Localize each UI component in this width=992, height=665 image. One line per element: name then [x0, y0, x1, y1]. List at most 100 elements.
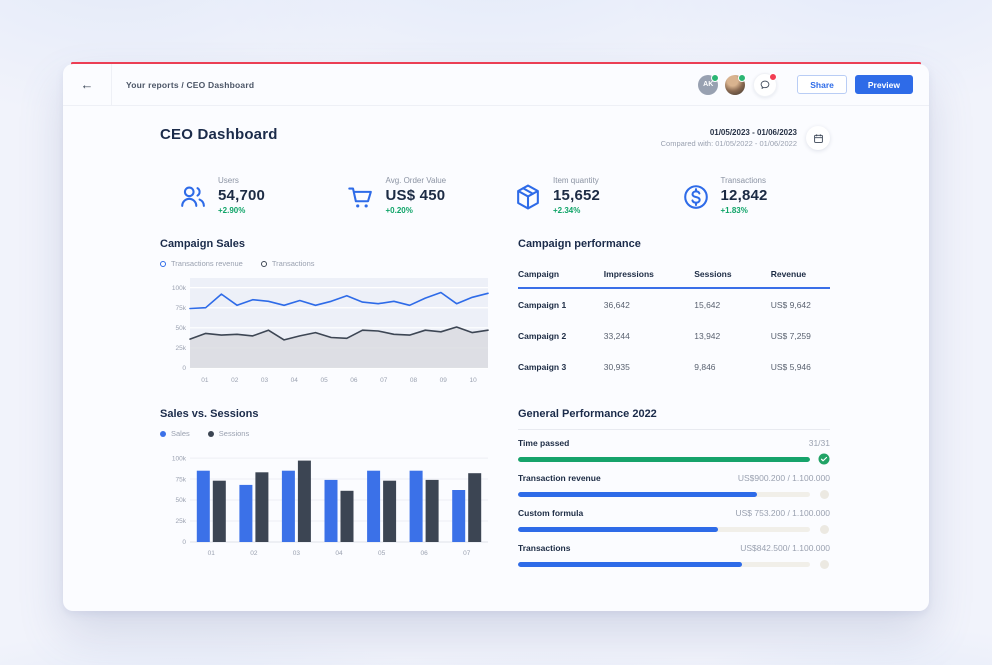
svg-text:02: 02: [250, 550, 258, 557]
dot-icon: [818, 523, 830, 535]
table-row: Campaign 330,9359,846US$ 5,946: [518, 351, 830, 382]
legend-item[interactable]: Transactions revenue: [160, 259, 243, 268]
comments-button[interactable]: [753, 73, 777, 97]
svg-text:05: 05: [378, 550, 386, 557]
kpi-label: Transactions: [721, 176, 768, 185]
date-range-control: 01/05/2023 - 01/06/2023 Compared with: 0…: [661, 126, 830, 150]
progress-label: Custom formula: [518, 508, 583, 518]
kpi-delta: +0.20%: [386, 206, 447, 215]
legend-label: Sales: [171, 429, 190, 438]
kpi-card: Transactions12,842+1.83%: [663, 176, 831, 215]
page-title: CEO Dashboard: [160, 126, 278, 143]
legend-marker-icon: [208, 431, 214, 437]
preview-button[interactable]: Preview: [855, 75, 913, 94]
breadcrumb[interactable]: Your reports / CEO Dashboard: [126, 80, 254, 90]
column-header: Campaign: [518, 260, 604, 288]
table-cell: US$ 7,259: [771, 320, 830, 351]
kpi-delta: +1.83%: [721, 206, 768, 215]
share-button[interactable]: Share: [797, 75, 847, 94]
kpi-label: Item quantity: [553, 176, 600, 185]
legend-item[interactable]: Sales: [160, 429, 190, 438]
progress-list: Time passed31/31Transaction revenueUS$90…: [518, 438, 830, 570]
section-title: Sales vs. Sessions: [160, 408, 490, 420]
kpi-label: Avg. Order Value: [386, 176, 447, 185]
progress-fill: [518, 492, 757, 497]
bar-chart-svg: 025k50k75k100k01020304050607: [160, 442, 490, 560]
campaign-name-cell: Campaign 3: [518, 351, 604, 382]
progress-value: US$842.500/ 1.100.000: [740, 543, 830, 553]
svg-text:08: 08: [410, 377, 418, 384]
cart-icon: [346, 182, 376, 212]
section-divider: [518, 429, 830, 430]
table-cell: 33,244: [604, 320, 694, 351]
progress-value: US$ 753.200 / 1.100.000: [735, 508, 830, 518]
kpi-card: Item quantity15,652+2.34%: [495, 176, 663, 215]
online-status-dot: [711, 74, 719, 82]
chat-bubble-icon: [759, 79, 771, 91]
legend-item[interactable]: Sessions: [208, 429, 249, 438]
progress-row: Custom formula US$ 753.200 / 1.100.000: [518, 508, 830, 535]
check-circle-icon: [818, 453, 830, 465]
svg-text:75k: 75k: [176, 476, 187, 483]
progress-label: Time passed: [518, 438, 569, 448]
section-title: Campaign Sales: [160, 238, 490, 250]
svg-text:02: 02: [231, 377, 239, 384]
table-cell: 13,942: [694, 320, 770, 351]
svg-text:75k: 75k: [176, 305, 187, 312]
report-content: CEO Dashboard 01/05/2023 - 01/06/2023 Co…: [63, 126, 929, 570]
legend-label: Transactions revenue: [171, 259, 243, 268]
header-actions: AK Share Preview: [691, 73, 929, 97]
campaign-sales-legend: Transactions revenue Transactions: [160, 259, 490, 268]
campaign-performance-table: CampaignImpressionsSessionsRevenue Campa…: [518, 260, 830, 382]
svg-text:0: 0: [182, 365, 186, 372]
svg-text:04: 04: [335, 550, 343, 557]
avatar-initials-text: AK: [703, 81, 713, 88]
section-campaign-sales: Campaign Sales Transactions revenueTrans…: [160, 238, 490, 386]
svg-text:50k: 50k: [176, 497, 187, 504]
svg-text:10: 10: [469, 377, 477, 384]
column-header: Impressions: [604, 260, 694, 288]
column-header: Revenue: [771, 260, 830, 288]
users-icon: [178, 182, 208, 212]
progress-fill: [518, 562, 742, 567]
app-window: ← Your reports / CEO Dashboard AK Share …: [63, 64, 929, 611]
progress-row: Transaction revenueUS$900.200 / 1.100.00…: [518, 473, 830, 500]
date-range[interactable]: 01/05/2023 - 01/06/2023: [661, 128, 797, 137]
column-header: Sessions: [694, 260, 770, 288]
window-header: ← Your reports / CEO Dashboard AK Share …: [63, 64, 929, 106]
compare-range: Compared with: 01/05/2022 - 01/06/2022: [661, 139, 797, 148]
progress-label: Transactions: [518, 543, 570, 553]
back-button[interactable]: ←: [63, 64, 112, 105]
calendar-button[interactable]: [806, 126, 830, 150]
online-status-dot: [738, 74, 746, 82]
legend-label: Sessions: [219, 429, 249, 438]
svg-text:07: 07: [380, 377, 388, 384]
svg-text:100k: 100k: [172, 285, 187, 292]
section-title: Campaign performance: [518, 238, 830, 250]
kpi-card: Avg. Order Value US$ 450 +0.20%: [328, 176, 496, 215]
progress-track: [518, 457, 810, 462]
widget-grid: Campaign Sales Transactions revenueTrans…: [160, 238, 830, 570]
svg-text:03: 03: [261, 377, 269, 384]
kpi-value: 54,700: [218, 187, 265, 204]
section-sales-vs-sessions: Sales vs. Sessions SalesSessions 025k50k…: [160, 408, 490, 570]
campaign-sales-chart: 025k50k75k100k01020304050607080910: [160, 272, 490, 386]
line-chart-svg: 025k50k75k100k01020304050607080910: [160, 272, 490, 386]
svg-text:100k: 100k: [172, 455, 187, 462]
progress-row: Transactions US$842.500/ 1.100.000: [518, 543, 830, 570]
section-campaign-performance: Campaign performance CampaignImpressions…: [518, 238, 830, 386]
avatar-initials[interactable]: AK: [698, 75, 718, 95]
legend-item[interactable]: Transactions: [261, 259, 315, 268]
dot-icon: [818, 558, 830, 570]
avatar-photo[interactable]: [725, 75, 745, 95]
kpi-row: Users54,700+2.90%Avg. Order ValueUS$ 450…: [160, 176, 830, 215]
table-cell: 30,935: [604, 351, 694, 382]
legend-marker-icon: [160, 431, 166, 437]
table-cell: US$ 9,642: [771, 288, 830, 320]
kpi-value: US$ 450: [386, 187, 447, 204]
table-cell: 9,846: [694, 351, 770, 382]
box-icon: [513, 182, 543, 212]
svg-text:06: 06: [350, 377, 358, 384]
sales-sessions-chart: 025k50k75k100k01020304050607: [160, 442, 490, 560]
svg-text:01: 01: [201, 377, 209, 384]
